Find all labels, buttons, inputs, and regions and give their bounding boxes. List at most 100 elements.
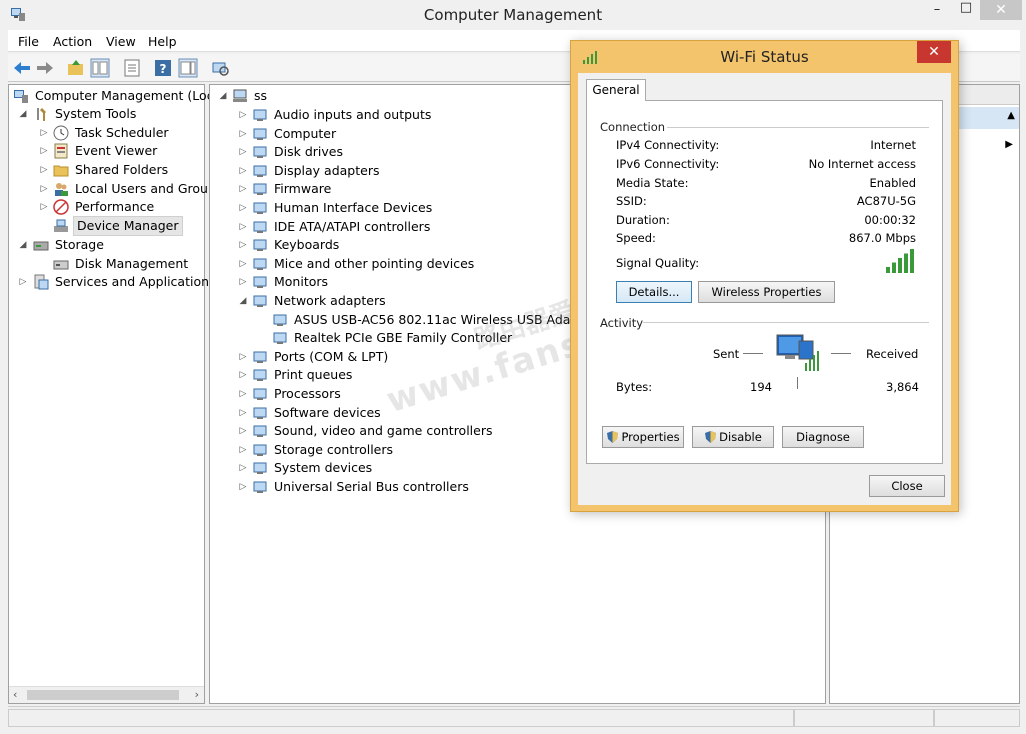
diagnose-button[interactable]: Diagnose	[782, 426, 864, 448]
scroll-right-icon[interactable]: ›	[195, 688, 199, 701]
network-adapter-icon	[273, 332, 287, 345]
maximize-button[interactable]: □	[954, 0, 978, 22]
wireless-properties-button[interactable]: Wireless Properties	[698, 281, 835, 303]
scrollbar-thumb[interactable]	[27, 690, 179, 700]
scan-hardware-icon[interactable]	[210, 58, 230, 78]
back-icon[interactable]	[12, 58, 32, 78]
properties-icon[interactable]	[122, 58, 142, 78]
system-tools-icon	[37, 108, 46, 121]
ide-controller-icon	[253, 221, 267, 233]
expand-arrow-icon[interactable]: ▷	[238, 366, 248, 384]
expand-arrow-icon[interactable]: ▷	[39, 142, 49, 160]
expand-arrow-icon[interactable]: ▷	[238, 218, 248, 236]
window-title: Computer Management	[423, 6, 603, 24]
minimize-button[interactable]: –	[922, 2, 952, 24]
close-button[interactable]: ✕	[980, 0, 1022, 20]
sent-line	[743, 353, 763, 354]
expand-arrow-icon[interactable]: ▷	[39, 161, 49, 179]
expand-arrow-icon[interactable]: ▷	[238, 348, 248, 366]
display-adapter-icon	[253, 165, 267, 177]
expand-arrow-icon[interactable]: ▷	[39, 198, 49, 216]
sound-icon	[253, 425, 267, 438]
bytes-divider	[797, 377, 798, 389]
expand-arrow-icon[interactable]: ▷	[238, 199, 248, 217]
up-folder-icon[interactable]	[66, 58, 86, 78]
details-button[interactable]: Details...	[616, 281, 692, 303]
bytes-sent-value: 194	[750, 380, 772, 394]
device-category-label: Network adapters	[274, 293, 386, 308]
device-category-label: Firmware	[274, 181, 332, 197]
expand-arrow-icon[interactable]: ▷	[39, 180, 49, 198]
received-label: Received	[866, 347, 919, 361]
dialog-close-action-button[interactable]: Close	[869, 475, 945, 497]
software-device-icon	[253, 407, 267, 419]
duration-row: Duration: 00:00:32	[616, 213, 916, 227]
group-divider	[643, 322, 929, 323]
expand-arrow-icon[interactable]: ▷	[238, 273, 248, 291]
ssid-row: SSID: AC87U-5G	[616, 194, 916, 208]
menu-file[interactable]: File	[18, 34, 39, 49]
ipv6-row: IPv6 Connectivity: No Internet access	[616, 157, 916, 171]
expand-arrow-icon[interactable]: ▷	[238, 422, 248, 440]
expand-arrow-icon[interactable]: ▷	[238, 441, 248, 459]
bytes-label: Bytes:	[616, 380, 653, 394]
dialog-close-button[interactable]: ✕	[917, 41, 951, 63]
bytes-received-value: 3,864	[886, 380, 919, 394]
tree-item-label: Performance	[75, 199, 155, 214]
expand-arrow-icon[interactable]: ▷	[238, 255, 248, 273]
folder-icon	[53, 165, 69, 177]
device-category-label: Print queues	[274, 367, 353, 383]
show-hide-tree-icon[interactable]	[90, 58, 110, 78]
expand-arrow-icon[interactable]: ▷	[238, 459, 248, 477]
expand-arrow-icon[interactable]: ▷	[238, 125, 248, 143]
device-category-label: Ports (COM & LPT)	[274, 348, 389, 364]
tree-item-label: Shared Folders	[75, 162, 169, 177]
action-pane-icon[interactable]	[178, 58, 198, 78]
expand-arrow-icon[interactable]: ▷	[238, 162, 248, 180]
expand-arrow-icon[interactable]: ▷	[18, 273, 28, 291]
expand-arrow-icon[interactable]: ▷	[238, 478, 248, 496]
tree-item-label: Storage	[55, 237, 104, 252]
printer-icon	[253, 369, 267, 382]
expand-arrow-icon[interactable]: ▷	[238, 143, 248, 161]
expand-arrow-icon[interactable]: ▷	[238, 385, 248, 403]
menu-action[interactable]: Action	[53, 34, 92, 49]
system-device-icon	[253, 462, 267, 475]
properties-button[interactable]: Properties	[602, 426, 684, 448]
svg-text:?: ?	[160, 62, 167, 76]
collapse-arrow-icon[interactable]: ◢	[218, 87, 228, 105]
speaker-icon	[253, 109, 267, 121]
expand-arrow-icon[interactable]: ▷	[238, 404, 248, 422]
navigation-pane: Computer Management (Local ◢ System Tool…	[8, 84, 225, 704]
device-category-label: Processors	[274, 386, 341, 401]
dialog-body: General Connection IPv4 Connectivity: In…	[578, 73, 951, 505]
network-computers-icon	[776, 334, 819, 371]
menu-view[interactable]: View	[106, 34, 136, 49]
device-category-label: Software devices	[274, 404, 381, 420]
disable-button[interactable]: Disable	[692, 426, 774, 448]
shield-icon	[705, 431, 717, 443]
help-icon[interactable]: ?	[153, 58, 173, 78]
expand-arrow-icon[interactable]: ▷	[238, 180, 248, 198]
device-category-label: Universal Serial Bus controllers	[274, 479, 469, 494]
signal-bar	[898, 258, 902, 273]
collapse-arrow-icon[interactable]: ◢	[238, 292, 248, 310]
collapse-arrow-icon[interactable]: ◢	[18, 236, 28, 254]
menu-help[interactable]: Help	[148, 34, 177, 49]
forward-icon[interactable]	[35, 58, 55, 78]
horizontal-scrollbar[interactable]: ‹ ›	[9, 686, 204, 703]
collapse-arrow-icon[interactable]: ◢	[18, 105, 28, 123]
keyboard-icon	[253, 239, 267, 252]
expand-arrow-icon[interactable]: ▷	[39, 124, 49, 142]
signal-bar	[910, 249, 914, 273]
firmware-icon	[253, 183, 267, 196]
tab-general[interactable]: General	[586, 79, 646, 101]
scroll-left-icon[interactable]: ‹	[13, 688, 17, 701]
expand-arrow-icon[interactable]: ▷	[238, 236, 248, 254]
signal-bar	[904, 253, 908, 273]
activity-group-label: Activity	[600, 316, 644, 330]
more-actions-icon[interactable]: ▶	[1005, 139, 1013, 150]
expand-arrow-icon[interactable]: ▷	[238, 106, 248, 124]
computer-management-icon	[14, 90, 28, 103]
collapse-up-icon[interactable]: ▲	[1007, 110, 1015, 121]
